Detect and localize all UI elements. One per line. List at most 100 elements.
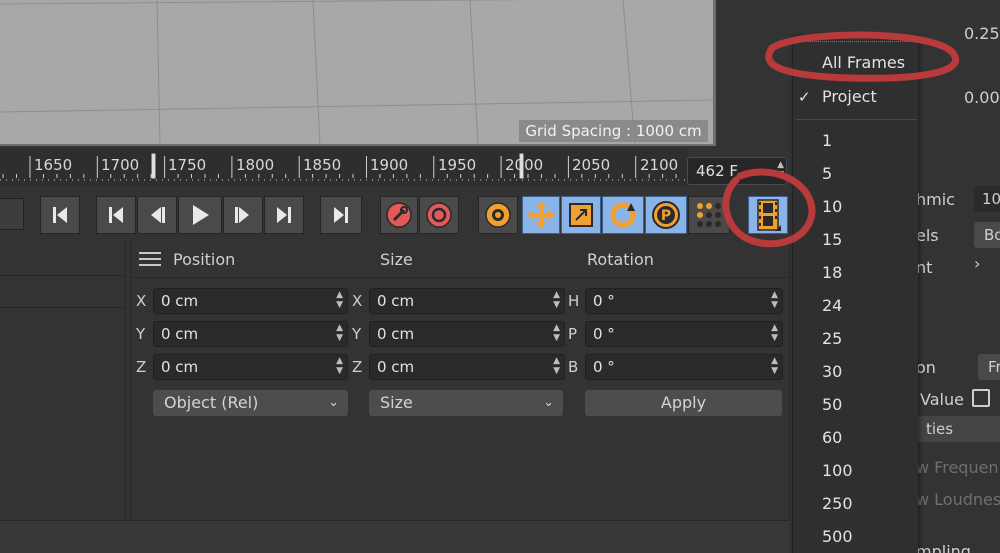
autokey-button[interactable] (419, 196, 459, 234)
spinner-arrows-icon[interactable]: ▲ ▼ (336, 356, 343, 376)
left-panel-row (0, 276, 125, 308)
playhead-marker (151, 153, 156, 179)
menu-item-project[interactable]: ✓ Project (793, 82, 919, 112)
rotation-b-field[interactable]: 0 ° ▲ ▼ (585, 354, 783, 380)
checkmark-icon: ✓ (798, 88, 811, 106)
menu-item-rate[interactable]: 25 (793, 324, 919, 354)
next-frame-icon (235, 207, 249, 223)
size-x-field[interactable]: 0 cm ▲ ▼ (369, 288, 565, 314)
field-value: 0 cm (377, 325, 415, 343)
chevron-right-icon[interactable]: › (974, 254, 980, 273)
spinner-arrows-icon[interactable]: ▲ ▼ (771, 323, 778, 343)
toolbar-stub[interactable] (0, 198, 24, 230)
menu-item-all-frames[interactable]: All Frames (793, 48, 919, 78)
axis-label-size-z: Z (352, 358, 363, 376)
key-position-button[interactable] (522, 196, 560, 234)
menu-divider (793, 36, 919, 42)
menu-item-rate[interactable]: 250 (793, 489, 919, 519)
rotation-header: Rotation (587, 250, 654, 269)
field-value: 0 cm (161, 325, 199, 343)
levels-button[interactable]: Bo (974, 222, 1000, 248)
position-z-field[interactable]: 0 cm ▲ ▼ (153, 354, 348, 380)
spinner-arrows-icon[interactable]: ▲ ▼ (336, 323, 343, 343)
prev-key-button[interactable] (96, 196, 136, 234)
rotate-icon (610, 202, 636, 228)
menu-item-rate[interactable]: 50 (793, 390, 919, 420)
key-scale-button[interactable] (561, 196, 601, 234)
chevron-down-icon: ⌄ (543, 395, 554, 410)
option-button[interactable]: Fr (978, 354, 1000, 380)
tick-label: 2000 (505, 156, 544, 174)
menu-item-rate[interactable]: 1 (793, 126, 919, 156)
tick-label: 1850 (303, 156, 342, 174)
axis-label-b: B (568, 358, 579, 376)
spinner-arrows-icon[interactable]: ▲ ▼ (553, 323, 560, 343)
apply-button[interactable]: Apply (585, 390, 782, 416)
current-frame-value: 462 F (696, 162, 739, 180)
goto-start-button[interactable] (40, 196, 80, 234)
record-key-icon (386, 202, 412, 228)
menu-item-rate[interactable]: 5 (793, 159, 919, 189)
next-frame-button[interactable] (223, 196, 263, 234)
key-pla-button[interactable] (688, 196, 730, 234)
play-button[interactable] (178, 196, 222, 234)
spinner-arrows-icon[interactable]: ▲ ▼ (336, 290, 343, 310)
field-value: 0 cm (161, 358, 199, 376)
coordinate-mode-dropdown[interactable]: Object (Rel) ⌄ (153, 390, 348, 416)
tick-label: 1750 (168, 156, 207, 174)
size-mode-dropdown[interactable]: Size ⌄ (369, 390, 563, 416)
size-y-field[interactable]: 0 cm ▲ ▼ (369, 321, 565, 347)
frame-rate-button[interactable] (748, 196, 788, 234)
position-x-field[interactable]: 0 cm ▲ ▼ (153, 288, 348, 314)
menu-item-rate[interactable]: 30 (793, 357, 919, 387)
menu-divider (796, 119, 917, 120)
key-rotation-button[interactable] (602, 196, 644, 234)
spinner-arrows-icon[interactable]: ▲ ▼ (553, 290, 560, 310)
field-value: 0 cm (377, 292, 415, 310)
menu-item-rate[interactable]: 24 (793, 291, 919, 321)
rotation-h-field[interactable]: 0 ° ▲ ▼ (585, 288, 783, 314)
goto-end-button[interactable] (320, 196, 362, 234)
autokey-icon (426, 202, 452, 228)
tick-label: 1950 (438, 156, 477, 174)
levels-label: els (916, 226, 939, 245)
spinner-arrows-icon[interactable]: ▲ ▼ (553, 356, 560, 376)
next-key-button[interactable] (264, 196, 304, 234)
numeric-field[interactable]: 10 (974, 186, 1000, 212)
menu-item-rate[interactable]: 18 (793, 258, 919, 288)
menu-item-rate[interactable]: 15 (793, 225, 919, 255)
prev-frame-icon (151, 207, 165, 223)
current-frame-field[interactable]: 462 F ▲ ▼ (687, 157, 787, 185)
menu-item-label: Project (822, 87, 877, 106)
rotation-p-field[interactable]: 0 ° ▲ ▼ (585, 321, 783, 347)
prev-frame-button[interactable] (137, 196, 177, 234)
play-icon (193, 205, 209, 225)
menu-item-rate[interactable]: 500 (793, 522, 919, 552)
hamburger-menu-icon[interactable] (139, 252, 161, 266)
parameter-p-icon: P (652, 201, 680, 229)
properties-section[interactable]: ties (916, 416, 1000, 442)
spinner-arrows-icon[interactable]: ▲ ▼ (771, 356, 778, 376)
menu-item-rate[interactable]: 60 (793, 423, 919, 453)
axis-label-size-y: Y (352, 325, 362, 343)
viewport[interactable]: Grid Spacing : 1000 cm (0, 0, 716, 146)
spinner-arrows-icon[interactable]: ▲ ▼ (771, 290, 778, 310)
field-value: 0 ° (593, 292, 615, 310)
gear-icon (485, 202, 511, 228)
menu-item-rate[interactable]: 10 (793, 192, 919, 222)
timeline-ruler[interactable]: 1650 1700 1750 1800 1850 1900 1950 2000 … (0, 148, 688, 186)
keyframe-selection-button[interactable] (478, 196, 518, 234)
logarithmic-label: hmic (916, 190, 955, 209)
position-y-field[interactable]: 0 cm ▲ ▼ (153, 321, 348, 347)
size-z-field[interactable]: 0 cm ▲ ▼ (369, 354, 565, 380)
menu-item-label: All Frames (822, 53, 906, 72)
value-checkbox[interactable] (972, 389, 990, 407)
spinner-arrows-icon[interactable]: ▲ ▼ (777, 160, 784, 180)
scale-icon (569, 203, 593, 227)
menu-item-rate[interactable]: 100 (793, 456, 919, 486)
tick-label: 2100 (640, 156, 679, 174)
position-header: Position (173, 250, 236, 269)
panel-label: mpling (916, 542, 971, 553)
record-active-button[interactable] (380, 196, 418, 234)
key-parameter-button[interactable]: P (645, 196, 687, 234)
